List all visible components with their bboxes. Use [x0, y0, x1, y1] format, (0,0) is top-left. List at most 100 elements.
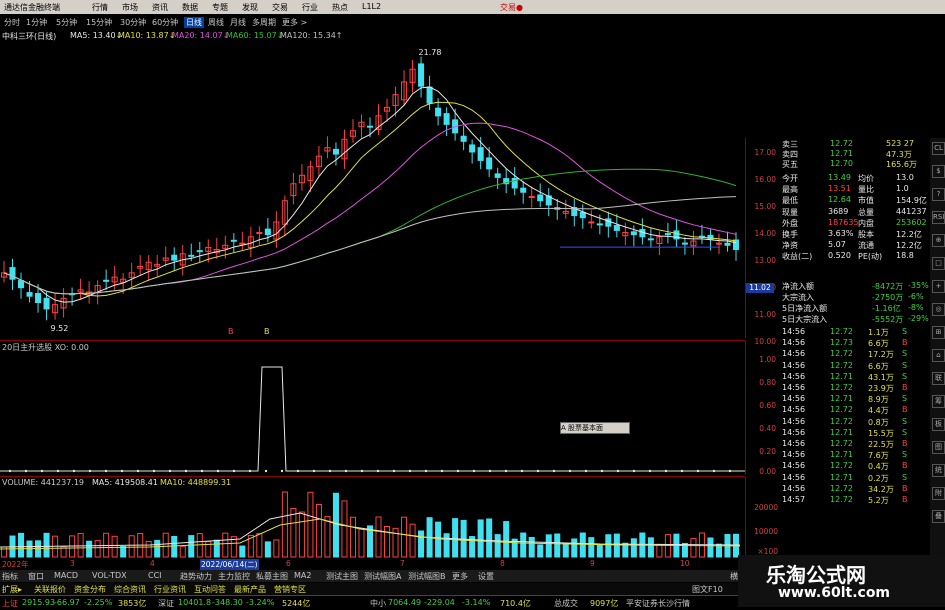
- period-tab[interactable]: 1分钟: [26, 17, 47, 28]
- side-tool-icon[interactable]: □: [932, 257, 945, 270]
- trade-button[interactable]: 交易●: [500, 2, 523, 13]
- side-tool-icon[interactable]: 附: [932, 487, 945, 500]
- ma60-line: [3, 168, 737, 295]
- info-tabs: 扩展▸ 关联报价 资金分布 综合资讯 行业资讯 互动问答 最新产品 营销专区 图文F10: [0, 583, 738, 595]
- menu-topics[interactable]: 专题: [212, 2, 228, 13]
- quote-cell: 12.72: [830, 461, 853, 471]
- menu-market[interactable]: 市场: [122, 2, 138, 13]
- indicator-tab[interactable]: 测试幅图A: [364, 571, 401, 582]
- side-tool-icon[interactable]: ⌂: [932, 349, 945, 362]
- trade-tick-row: 14:56 12.72 6.6万 S: [782, 360, 930, 372]
- indicator-tab[interactable]: 指标: [2, 571, 18, 582]
- period-more[interactable]: 更多 >: [282, 17, 307, 28]
- side-tool-icon[interactable]: 统: [932, 464, 945, 477]
- candle-body: [264, 228, 271, 236]
- menu-trade[interactable]: 交易: [272, 2, 288, 13]
- indicator-tab[interactable]: 设置: [478, 571, 494, 582]
- menu-industry[interactable]: 行业: [302, 2, 318, 13]
- info-tab[interactable]: 综合资讯: [114, 584, 146, 595]
- indicator-tab[interactable]: 主力监控: [218, 571, 250, 582]
- volume-bar: [43, 532, 50, 558]
- period-tab[interactable]: 5分钟: [56, 17, 77, 28]
- side-tool-icon[interactable]: ◎: [932, 303, 945, 316]
- indicator-chart[interactable]: [0, 353, 745, 475]
- indicator-tab[interactable]: CCI: [148, 571, 162, 580]
- side-tool-icon[interactable]: 板: [932, 418, 945, 431]
- quote-stat-row: 收益(二) 0.520 PE(动) 18.8: [782, 250, 930, 262]
- indicator-dot: [392, 469, 396, 473]
- trade-tick-row: 14:56 12.72 4.4万 B: [782, 404, 930, 416]
- period-tab[interactable]: 15分钟: [86, 17, 112, 28]
- indicator-dot: [424, 469, 428, 473]
- side-tool-icon[interactable]: RSI: [932, 211, 945, 224]
- side-tool-icon[interactable]: 筹: [932, 395, 945, 408]
- period-tab[interactable]: 30分钟: [120, 17, 146, 28]
- side-tool-icon[interactable]: $: [932, 165, 945, 178]
- indicator-tab[interactable]: 测试主图: [326, 571, 358, 582]
- info-tab[interactable]: 营销专区: [274, 584, 306, 595]
- info-tab[interactable]: 关联报价: [34, 584, 66, 595]
- volume-chart[interactable]: [0, 489, 745, 559]
- indicator-tab[interactable]: 窗口: [28, 571, 44, 582]
- date-axis: 2022年 3 4 2022/06/14(二) 6 7 8 9 10: [2, 559, 690, 570]
- side-tool-icon[interactable]: ⊕: [932, 234, 945, 247]
- f10-tab[interactable]: 图文F10: [692, 584, 723, 595]
- info-tab[interactable]: 互动问答: [194, 584, 226, 595]
- indicator-tab[interactable]: 更多: [452, 571, 468, 582]
- volume-bar: [307, 491, 314, 558]
- candle-body: [443, 113, 450, 125]
- menu-quotes[interactable]: 行情: [92, 2, 108, 13]
- side-tool-icon[interactable]: 联: [932, 372, 945, 385]
- period-tab[interactable]: 周线: [208, 17, 224, 28]
- trade-tick-row: 14:56 12.72 22.5万 B: [782, 438, 930, 450]
- indicator-tab[interactable]: 私募主图: [256, 571, 288, 582]
- candle-body: [332, 148, 339, 155]
- fund-flow-row: 5日大宗流入 -5552万 -29%: [782, 313, 930, 325]
- side-tool-icon[interactable]: 图: [932, 441, 945, 454]
- order-book-row: 买五 12.70 165.6万: [782, 158, 930, 170]
- candle-body: [613, 225, 620, 231]
- sh-index: 2915.93: [22, 598, 56, 607]
- side-tool-icon[interactable]: ⊞: [932, 326, 945, 339]
- info-tab[interactable]: 最新产品: [234, 584, 266, 595]
- side-tool-icon[interactable]: ?: [932, 188, 945, 201]
- ma5-value: MA5: 13.40↓: [70, 31, 123, 40]
- candle-body: [103, 279, 110, 282]
- quote-cell: 12.72: [830, 349, 853, 359]
- indicator-tab[interactable]: MA2: [294, 571, 311, 580]
- candle-body: [256, 232, 263, 235]
- menu-news[interactable]: 资讯: [152, 2, 168, 13]
- period-tab[interactable]: 分时: [4, 17, 20, 28]
- menu-discover[interactable]: 发现: [242, 2, 258, 13]
- info-tab[interactable]: 行业资讯: [154, 584, 186, 595]
- price-axis: 17.0016.0015.0014.0013.0012.0011.0010.00: [746, 138, 780, 346]
- side-tool-icon[interactable]: CL: [932, 142, 945, 155]
- info-tab[interactable]: 扩展▸: [2, 584, 22, 595]
- indicator-tab[interactable]: VOL-TDX: [92, 571, 127, 580]
- indicator-dot: [88, 469, 92, 473]
- period-tab[interactable]: 月线: [230, 17, 246, 28]
- indicator-tab[interactable]: MACD: [54, 571, 78, 580]
- stock-info-popup[interactable]: A 股票基本面: [560, 422, 630, 434]
- menu-hot[interactable]: 热点: [332, 2, 348, 13]
- period-tab[interactable]: 60分钟: [152, 17, 178, 28]
- candlestick-chart[interactable]: 21.78 9.52 B B: [0, 42, 745, 338]
- menu-l1l2[interactable]: L1L2: [362, 2, 381, 11]
- side-tool-icon[interactable]: +: [932, 280, 945, 293]
- quote-cell: 14:56: [782, 450, 806, 460]
- menu-data[interactable]: 数据: [182, 2, 198, 13]
- menu-bar: 通达信金融终端 行情 市场 资讯 数据 专题 发现 交易 行业 热点 L1L2 …: [0, 0, 945, 14]
- quote-cell: 12.72: [830, 416, 853, 426]
- info-tab[interactable]: 资金分布: [74, 584, 106, 595]
- period-tab-active[interactable]: 日线: [184, 17, 204, 28]
- volume-bar: [707, 537, 714, 558]
- quote-cell: B: [902, 483, 908, 493]
- stock-name: 中科三环(日线): [2, 32, 57, 41]
- period-tab[interactable]: 多周期: [252, 17, 276, 28]
- trade-tick-row: 14:56 12.73 6.6万 B: [782, 337, 930, 349]
- volume-bar: [111, 535, 118, 558]
- indicator-tab[interactable]: 趋势动力: [180, 571, 212, 582]
- indicator-tab[interactable]: 测试幅图B: [408, 571, 446, 582]
- side-tool-icon[interactable]: 叠: [932, 510, 945, 523]
- quote-cell: 14:56: [782, 461, 806, 471]
